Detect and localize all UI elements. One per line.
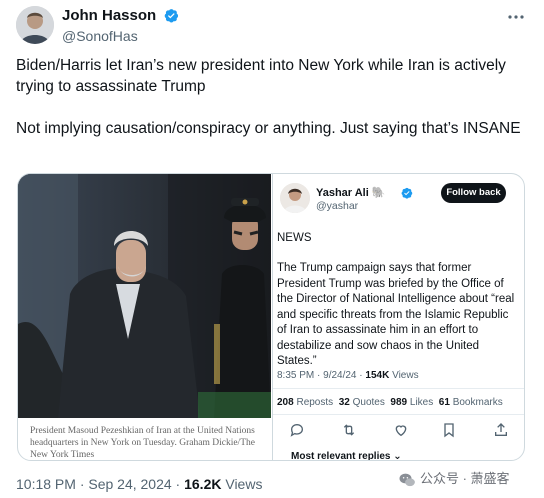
tweet-meta: 10:18 PM · Sep 24, 2024 · 16.2K Views	[16, 476, 262, 492]
watermark-text: 公众号 · 萧盛客	[420, 471, 510, 486]
tweet-paragraph-2: Not implying causation/conspiracy or any…	[16, 120, 521, 137]
embedded-heading: NEWS	[277, 232, 312, 244]
news-photo[interactable]	[18, 174, 271, 418]
likes-count[interactable]: 989	[390, 397, 407, 408]
tweet-timestamp[interactable]: 10:18 PM · Sep 24, 2024 ·	[16, 476, 184, 492]
photo-caption: President Masoud Pezeshkian of Iran at t…	[30, 426, 255, 460]
bookmarks-count[interactable]: 61	[439, 397, 450, 408]
embedded-views-label: Views	[389, 370, 419, 381]
quotes-label: Quotes	[349, 397, 391, 408]
divider	[273, 414, 524, 415]
embedded-views-count: 154K	[365, 370, 390, 381]
bookmarks-label: Bookmarks	[449, 397, 503, 408]
author-handle[interactable]: @SonofHas	[62, 28, 179, 44]
embedded-action-bar	[289, 422, 509, 438]
embedded-tweet-stats: 208 Reposts 32 Quotes 989 Likes 61 Bookm…	[277, 397, 503, 408]
tweet-header: John Hasson @SonofHas	[14, 4, 534, 44]
embedded-tweet-meta: 8:35 PM · 9/24/24 · 154K Views	[277, 370, 419, 381]
tweet-views-label: Views	[221, 476, 263, 492]
divider	[273, 388, 524, 389]
media-card[interactable]: President Masoud Pezeshkian of Iran at t…	[17, 173, 525, 461]
verified-badge-icon	[164, 8, 179, 23]
embedded-tweet[interactable]: Yashar Ali 🐘 @yashar Follow back NEWS Th…	[272, 174, 524, 460]
share-icon[interactable]	[493, 422, 509, 438]
author-block: John Hasson @SonofHas	[62, 7, 179, 44]
reply-icon[interactable]	[289, 422, 305, 438]
most-relevant-replies-link[interactable]: Most relevant replies ⌄	[291, 451, 402, 460]
more-options-icon[interactable]	[506, 10, 526, 24]
author-name[interactable]: John Hasson	[62, 7, 156, 24]
bookmark-icon[interactable]	[441, 422, 457, 438]
repost-icon[interactable]	[341, 422, 357, 438]
tweet-text: Biden/Harris let Iran’s new president in…	[16, 55, 526, 160]
quotes-count[interactable]: 32	[339, 397, 350, 408]
author-avatar[interactable]	[16, 6, 54, 44]
reposts-label: Reposts	[293, 397, 339, 408]
embedded-timestamp[interactable]: 8:35 PM · 9/24/24 ·	[277, 370, 365, 381]
embedded-verified-badge-icon	[401, 186, 413, 199]
embedded-author-handle[interactable]: @yashar	[316, 200, 358, 212]
wechat-icon	[398, 471, 416, 489]
embedded-author-avatar[interactable]	[280, 183, 310, 213]
tweet-paragraph-1: Biden/Harris let Iran’s new president in…	[16, 57, 506, 95]
like-icon[interactable]	[393, 422, 409, 438]
follow-back-button[interactable]: Follow back	[441, 183, 506, 203]
likes-label: Likes	[407, 397, 439, 408]
reposts-count[interactable]: 208	[277, 397, 294, 408]
embedded-tweet-text: The Trump campaign says that former Pres…	[277, 262, 515, 367]
embedded-author-name[interactable]: Yashar Ali 🐘	[316, 186, 386, 199]
watermark: 公众号 · 萧盛客	[398, 468, 510, 489]
tweet-views-count: 16.2K	[184, 476, 222, 492]
